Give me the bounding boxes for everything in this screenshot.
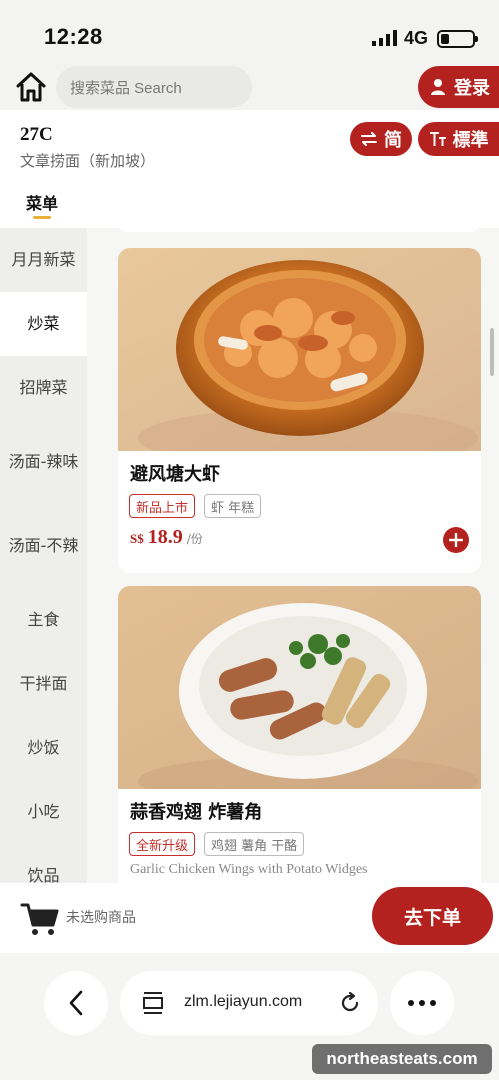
network-label: 4G [404,28,429,48]
address-bar[interactable]: zlm.lejiayun.com [120,971,378,1035]
menu-list: 避风塘大虾 新品上市 虾 年糕 S$ 18.9 /份 蒜香鸡翅 炸薯角 全新升级… [87,228,499,883]
cart-bar: 未选购商品 去下单 [0,883,499,953]
price-currency: S$ [130,531,144,546]
dish-english-name: Garlic Chicken Wings with Potato Widges [130,862,368,877]
sidebar-item-dry-noodle[interactable]: 干拌面 [0,652,87,716]
back-icon [69,990,83,1016]
price-unit: /份 [186,532,203,546]
ingredient-tag: 虾 年糕 [204,494,262,518]
status-bar: 12:28 4G [0,0,499,62]
text-size-icon [429,132,446,146]
signal-icon [372,30,397,46]
status-time: 12:28 [44,24,103,49]
dish-name: 避风塘大虾 [130,464,220,485]
table-number: 27C [20,124,53,145]
sidebar-item-soup-noodle-mild[interactable]: 汤面-不辣 [0,504,87,588]
upgrade-badge: 全新升级 [129,832,196,856]
tab-active-indicator [33,216,51,219]
browser-more-button[interactable] [390,971,454,1035]
checkout-button[interactable]: 去下单 [372,887,493,945]
language-toggle-label: 简 [384,130,402,151]
sidebar-item-soup-noodle-spicy[interactable]: 汤面-辣味 [0,420,87,504]
swap-icon [361,132,377,146]
sidebar-item-signature[interactable]: 招牌菜 [0,356,87,420]
cart-icon[interactable] [20,901,60,937]
ingredient-tag: 鸡翅 薯角 干酪 [204,832,305,856]
reload-icon[interactable] [338,991,362,1015]
user-icon [431,79,448,95]
more-icon [408,1000,436,1006]
search-input[interactable]: 搜索菜品 Search [56,66,252,108]
menu-item-card[interactable]: 避风塘大虾 新品上市 虾 年糕 S$ 18.9 /份 [118,248,481,573]
watermark: northeasteats.com [312,1044,492,1074]
browser-back-button[interactable] [44,971,108,1035]
text-size-label: 標準 [452,130,489,151]
home-icon[interactable] [14,70,48,104]
plus-icon [449,533,463,547]
sidebar-item-monthly-new[interactable]: 月月新菜 [0,228,87,292]
store-name: 文章捞面（新加坡） [20,152,156,170]
dish-name: 蒜香鸡翅 炸薯角 [130,802,263,823]
dish-photo [118,248,481,451]
add-to-cart-button[interactable] [443,527,469,553]
sidebar-item-staple[interactable]: 主食 [0,588,87,652]
dish-photo [118,586,481,789]
login-label: 登录 [454,78,490,99]
text-size-button[interactable]: 標準 [418,122,499,156]
sidebar-item-fried-rice[interactable]: 炒饭 [0,716,87,780]
price-value: 18.9 [147,526,183,548]
top-bar: 搜索菜品 Search 登录 [0,62,499,110]
sidebar-item-stir-fry[interactable]: 炒菜 [0,292,87,356]
tab-menu[interactable]: 菜单 [26,190,58,214]
cart-empty-text: 未选购商品 [66,910,136,926]
menu-item-card[interactable]: 蒜香鸡翅 炸薯角 全新升级 鸡翅 薯角 干酪 Garlic Chicken Wi… [118,586,481,883]
previous-card-edge [118,228,481,232]
login-button[interactable]: 登录 [418,66,499,108]
store-header: 27C 文章捞面（新加坡） 简 標準 菜单 [0,110,499,228]
browser-toolbar: zlm.lejiayun.com northeasteats.com [0,953,499,1080]
scrollbar[interactable] [490,328,494,376]
language-toggle-button[interactable]: 简 [350,122,412,156]
sidebar-item-drinks[interactable]: 饮品 [0,844,87,883]
url-text: zlm.lejiayun.com [184,993,303,1010]
category-sidebar: 月月新菜 炒菜 招牌菜 汤面-辣味 汤面-不辣 主食 干拌面 炒饭 小吃 饮品 [0,228,87,883]
battery-icon [437,30,478,48]
tabs-icon[interactable] [142,991,164,1015]
new-badge: 新品上市 [129,494,196,518]
sidebar-item-snacks[interactable]: 小吃 [0,780,87,844]
dish-price: S$ 18.9 /份 [130,526,203,549]
